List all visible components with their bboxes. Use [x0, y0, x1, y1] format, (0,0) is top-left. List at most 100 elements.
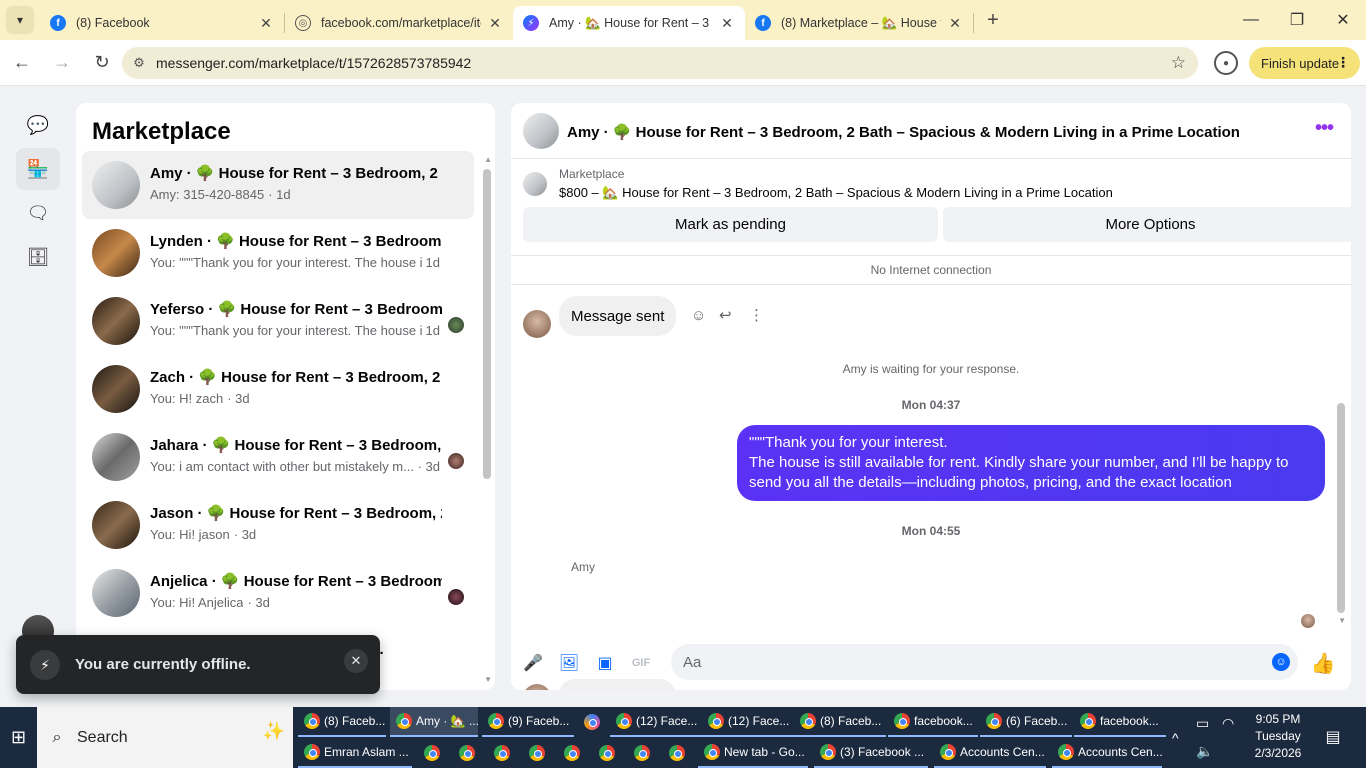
- scroll-down-arrow-icon[interactable]: ▼: [484, 675, 492, 684]
- more-vert-icon[interactable]: ⋮: [1336, 54, 1350, 71]
- taskbar-app[interactable]: (9) Faceb...: [482, 707, 574, 737]
- system-clock[interactable]: 9:05 PM Tuesday 2/3/2026: [1238, 711, 1318, 762]
- scroll-up-arrow-icon[interactable]: ▲: [484, 155, 492, 164]
- taskbar-app[interactable]: Accounts Cen...: [934, 738, 1046, 768]
- outgoing-message-bubble[interactable]: """Thank you for your interest. The hous…: [737, 425, 1325, 501]
- url-text[interactable]: messenger.com/marketplace/t/157262857378…: [156, 55, 471, 71]
- taskbar-app[interactable]: [628, 738, 658, 768]
- profile-icon[interactable]: ●: [1214, 51, 1238, 75]
- gif-icon[interactable]: GIF: [631, 653, 651, 673]
- message-input[interactable]: Aa ☺: [671, 644, 1298, 680]
- taskbar-app[interactable]: [558, 738, 588, 768]
- list-scrollbar[interactable]: [483, 169, 491, 479]
- windows-start-icon[interactable]: ⊞: [0, 707, 37, 768]
- wifi-icon[interactable]: ◠: [1222, 693, 1234, 754]
- conversation-item[interactable]: Lynden · 🌳 House for Rent – 3 Bedroom, 2…: [82, 219, 474, 287]
- thumbs-up-icon[interactable]: 👍: [1311, 653, 1336, 675]
- image-icon[interactable]: 🖼: [559, 653, 579, 673]
- chrome-icon: [1080, 713, 1096, 729]
- listing-title[interactable]: $800 – 🏡 House for Rent – 3 Bedroom, 2 B…: [559, 185, 1113, 201]
- conversation-item[interactable]: Jason · 🌳 House for Rent – 3 Bedroom, 2 …: [82, 491, 474, 559]
- chrome-icon: [800, 713, 816, 729]
- reply-arrow-icon[interactable]: ↩: [719, 306, 732, 324]
- taskbar-app[interactable]: [663, 738, 693, 768]
- listing-thumbnail[interactable]: [523, 172, 547, 196]
- close-tab-icon[interactable]: ✕: [947, 15, 963, 32]
- finish-update-button[interactable]: Finish update ⋮: [1249, 47, 1360, 79]
- tab-messenger-amy[interactable]: ⚡ Amy · 🏡 House for Rent – 3 Be ✕: [513, 6, 745, 40]
- more-options-button[interactable]: More Options: [943, 207, 1351, 242]
- new-tab-plus-icon[interactable]: +: [978, 9, 1008, 32]
- taskbar-app[interactable]: [593, 738, 623, 768]
- back-arrow-icon[interactable]: ←: [4, 45, 40, 81]
- sticker-icon[interactable]: ▣: [595, 653, 615, 673]
- bookmark-star-icon[interactable]: ☆: [1171, 53, 1186, 73]
- more-vert-icon[interactable]: ⋮: [749, 306, 764, 324]
- taskbar-app[interactable]: (8) Faceb...: [298, 707, 386, 737]
- address-bar[interactable]: ⚙ messenger.com/marketplace/t/1572628573…: [122, 47, 1198, 79]
- react-smiley-icon[interactable]: ☺: [691, 307, 706, 324]
- taskbar-app[interactable]: (8) Faceb...: [794, 707, 886, 737]
- taskbar-app[interactable]: facebook...: [1074, 707, 1166, 737]
- emoji-icon[interactable]: ☺: [1272, 653, 1290, 671]
- reload-icon[interactable]: ↻: [84, 45, 120, 81]
- taskbar-app[interactable]: (12) Face...: [610, 707, 702, 737]
- marketplace-store-icon[interactable]: 🏪: [16, 148, 60, 190]
- tab-facebook[interactable]: f (8) Facebook ✕: [40, 6, 284, 40]
- chrome-icon: [894, 713, 910, 729]
- taskbar-app[interactable]: Amy · 🏡 ...: [390, 707, 478, 737]
- chat-scrollbar[interactable]: [1337, 403, 1345, 613]
- tab-search-chevron-icon[interactable]: ▾: [6, 6, 34, 34]
- chat-title[interactable]: Amy · 🌳 House for Rent – 3 Bedroom, 2 Ba…: [567, 123, 1240, 141]
- conversation-item[interactable]: Amy · 🌳 House for Rent – 3 Bedroom, 2 Ba…: [82, 151, 474, 219]
- conversation-item[interactable]: Yeferso · 🌳 House for Rent – 3 Bedroom, …: [82, 287, 474, 355]
- taskbar-app[interactable]: facebook...: [888, 707, 978, 737]
- conversation-item[interactable]: Jahara · 🌳 House for Rent – 3 Bedroom, 2…: [82, 423, 474, 491]
- taskbar-search[interactable]: ⌕ Search ✨: [37, 707, 293, 768]
- chrome-icon: [704, 744, 720, 760]
- notification-center-icon[interactable]: ▤: [1320, 725, 1346, 749]
- tab-facebook-marketplace[interactable]: f (8) Marketplace – 🏡 House for ✕: [745, 6, 973, 40]
- close-window-icon[interactable]: ✕: [1320, 0, 1366, 40]
- chrome-icon: [708, 713, 724, 729]
- taskbar-app[interactable]: [488, 738, 518, 768]
- close-tab-icon[interactable]: ✕: [719, 15, 735, 32]
- seen-avatar: [448, 589, 464, 605]
- message-sent-bubble[interactable]: Message sent: [559, 296, 677, 336]
- archive-icon[interactable]: 🗄: [16, 236, 60, 278]
- minimize-icon[interactable]: —: [1228, 0, 1274, 40]
- scroll-down-arrow-icon[interactable]: ▼: [1338, 616, 1346, 625]
- taskbar-app[interactable]: New tab - Go...: [698, 738, 808, 768]
- tab-marketplace-item[interactable]: ◎ facebook.com/marketplace/item ✕: [285, 6, 513, 40]
- more-options-dots-icon[interactable]: •••: [1315, 117, 1334, 140]
- taskbar-app[interactable]: Emran Aslam ...: [298, 738, 412, 768]
- copilot-icon[interactable]: [578, 707, 608, 737]
- mark-as-pending-button[interactable]: Mark as pending: [523, 207, 938, 242]
- taskbar-app[interactable]: [453, 738, 483, 768]
- site-settings-icon[interactable]: ⚙: [122, 55, 156, 71]
- chrome-icon: [669, 745, 685, 761]
- requests-icon[interactable]: 🗨: [16, 192, 60, 234]
- close-tab-icon[interactable]: ✕: [487, 15, 503, 32]
- chrome-icon: [396, 713, 412, 729]
- conversation-item[interactable]: Zach · 🌳 House for Rent – 3 Bedroom, 2 B…: [82, 355, 474, 423]
- microphone-icon[interactable]: 🎤: [523, 653, 543, 673]
- taskbar-app[interactable]: (3) Facebook ...: [814, 738, 928, 768]
- amy-avatar[interactable]: [523, 310, 551, 338]
- volume-icon[interactable]: 🔈: [1196, 721, 1213, 768]
- close-tab-icon[interactable]: ✕: [258, 15, 274, 32]
- no-internet-banner: No Internet connection: [511, 256, 1351, 285]
- taskbar-app[interactable]: [418, 738, 448, 768]
- chrome-icon: [529, 745, 545, 761]
- chat-avatar[interactable]: [523, 113, 559, 149]
- restore-icon[interactable]: ❐: [1274, 0, 1320, 40]
- chats-bubble-icon[interactable]: 💬: [16, 104, 60, 146]
- show-hidden-icons-chevron-icon[interactable]: ^: [1172, 707, 1179, 768]
- taskbar-app[interactable]: (12) Face...: [702, 707, 794, 737]
- taskbar-app[interactable]: Accounts Cen...: [1052, 738, 1162, 768]
- close-toast-icon[interactable]: ✕: [344, 649, 368, 673]
- taskbar-app[interactable]: (6) Faceb...: [980, 707, 1072, 737]
- conversation-item[interactable]: Anjelica · 🌳 House for Rent – 3 Bedroom,…: [82, 559, 474, 627]
- taskbar-app[interactable]: [523, 738, 553, 768]
- forward-arrow-icon[interactable]: →: [44, 45, 80, 81]
